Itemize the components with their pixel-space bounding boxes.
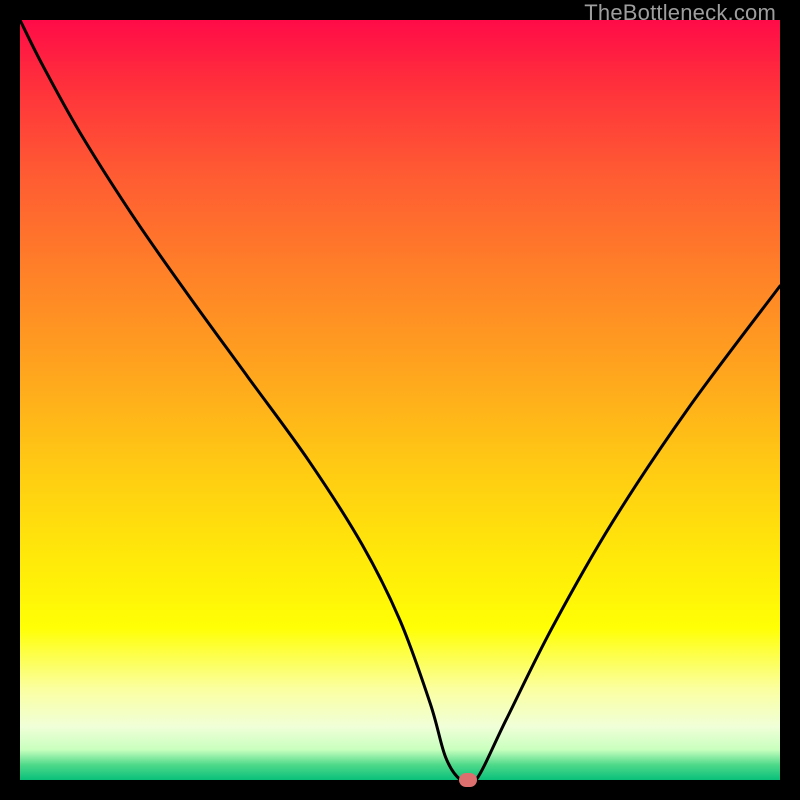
plot-area [20, 20, 780, 780]
bottleneck-curve [20, 20, 780, 780]
optimum-marker [459, 773, 477, 787]
chart-frame: TheBottleneck.com [0, 0, 800, 800]
